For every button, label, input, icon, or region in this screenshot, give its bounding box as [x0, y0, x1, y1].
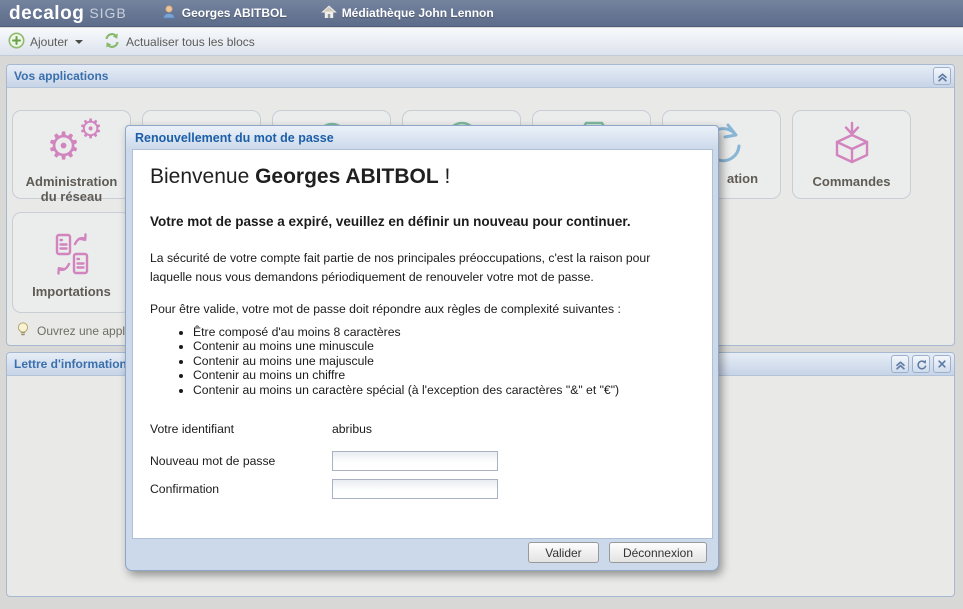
confirmation-input[interactable]: [332, 479, 498, 499]
refresh-all-button[interactable]: Actualiser tous les blocs: [103, 32, 255, 52]
rules-intro: Pour être valide, votre mot de passe doi…: [150, 302, 695, 316]
home-icon: [321, 4, 337, 22]
add-block-button[interactable]: Ajouter: [8, 32, 83, 52]
welcome-user-name: Georges ABITBOL: [255, 165, 439, 188]
password-rule: Être composé d'au moins 8 caractères: [193, 325, 695, 340]
dialog-title: Renouvellement du mot de passe: [126, 126, 718, 149]
refresh-block-button[interactable]: [912, 355, 930, 373]
package-icon: [829, 117, 875, 175]
password-rule: Contenir au moins une majuscule: [193, 354, 695, 369]
welcome-prefix: Bienvenue: [150, 165, 255, 188]
password-rules-list: Être composé d'au moins 8 caractères Con…: [150, 325, 695, 398]
app-tile-importations[interactable]: Importations: [12, 212, 131, 313]
lightbulb-icon: [15, 321, 31, 340]
security-text: La sécurité de votre compte fait partie …: [150, 249, 695, 287]
add-icon: [8, 32, 25, 52]
new-password-label: Nouveau mot de passe: [150, 454, 332, 468]
confirmation-label: Confirmation: [150, 482, 332, 496]
identifier-label: Votre identifiant: [150, 422, 332, 436]
user-icon: [161, 4, 177, 23]
password-form: Votre identifiant abribus Nouveau mot de…: [150, 422, 695, 499]
password-rule: Contenir au moins un chiffre: [193, 368, 695, 383]
apps-panel-header: Vos applications: [7, 65, 954, 88]
logout-button[interactable]: Déconnexion: [609, 542, 707, 563]
library-name: Médiathèque John Lennon: [342, 6, 494, 20]
user-name: Georges ABITBOL: [182, 6, 287, 20]
app-tile-label: Administration du réseau: [13, 175, 130, 205]
toolbar: Ajouter Actualiser tous les blocs: [0, 28, 963, 56]
password-renewal-dialog: Renouvellement du mot de passe Bienvenue…: [125, 125, 719, 571]
refresh-all-label: Actualiser tous les blocs: [126, 35, 255, 49]
app-tile-commandes[interactable]: Commandes: [792, 110, 911, 199]
app-tile-label: ation: [723, 172, 762, 187]
app-tile-label: Commandes: [808, 175, 894, 190]
open-app-hint: Ouvrez une applic: [15, 321, 134, 340]
current-user[interactable]: Georges ABITBOL: [161, 4, 287, 23]
add-label: Ajouter: [30, 35, 68, 49]
dialog-body: Bienvenue Georges ABITBOL ! Votre mot de…: [132, 149, 713, 539]
transfer-icon: [49, 219, 95, 285]
apps-panel-title: Vos applications: [14, 69, 108, 83]
app-tile-administration-reseau[interactable]: ⚙⚙ Administration du réseau: [12, 110, 131, 199]
close-icon[interactable]: [933, 355, 951, 373]
dialog-footer: Valider Déconnexion: [528, 542, 707, 563]
current-library[interactable]: Médiathèque John Lennon: [321, 4, 494, 22]
app-tile-label: Importations: [28, 285, 115, 300]
gears-icon: ⚙⚙: [32, 117, 112, 175]
topbar: decalog SIGB Georges ABITBOL Médiathèque…: [0, 0, 963, 27]
app-logo: decalog: [9, 0, 84, 27]
validate-button[interactable]: Valider: [528, 542, 599, 563]
identifier-value: abribus: [332, 422, 372, 436]
new-password-input[interactable]: [332, 451, 498, 471]
welcome-suffix: !: [439, 165, 451, 188]
collapse-button[interactable]: [933, 67, 951, 85]
refresh-icon: [103, 32, 121, 52]
password-rule: Contenir au moins un caractère spécial (…: [193, 383, 695, 398]
expired-notice: Votre mot de passe a expiré, veuillez en…: [150, 214, 695, 229]
open-app-hint-text: Ouvrez une applic: [37, 324, 134, 338]
collapse-button[interactable]: [891, 355, 909, 373]
app-logo-suffix: SIGB: [89, 5, 126, 21]
welcome-heading: Bienvenue Georges ABITBOL !: [150, 165, 695, 189]
password-rule: Contenir au moins une minuscule: [193, 339, 695, 354]
newsletter-panel-title: Lettre d'information: [14, 357, 127, 371]
chevron-down-icon: [75, 40, 83, 44]
